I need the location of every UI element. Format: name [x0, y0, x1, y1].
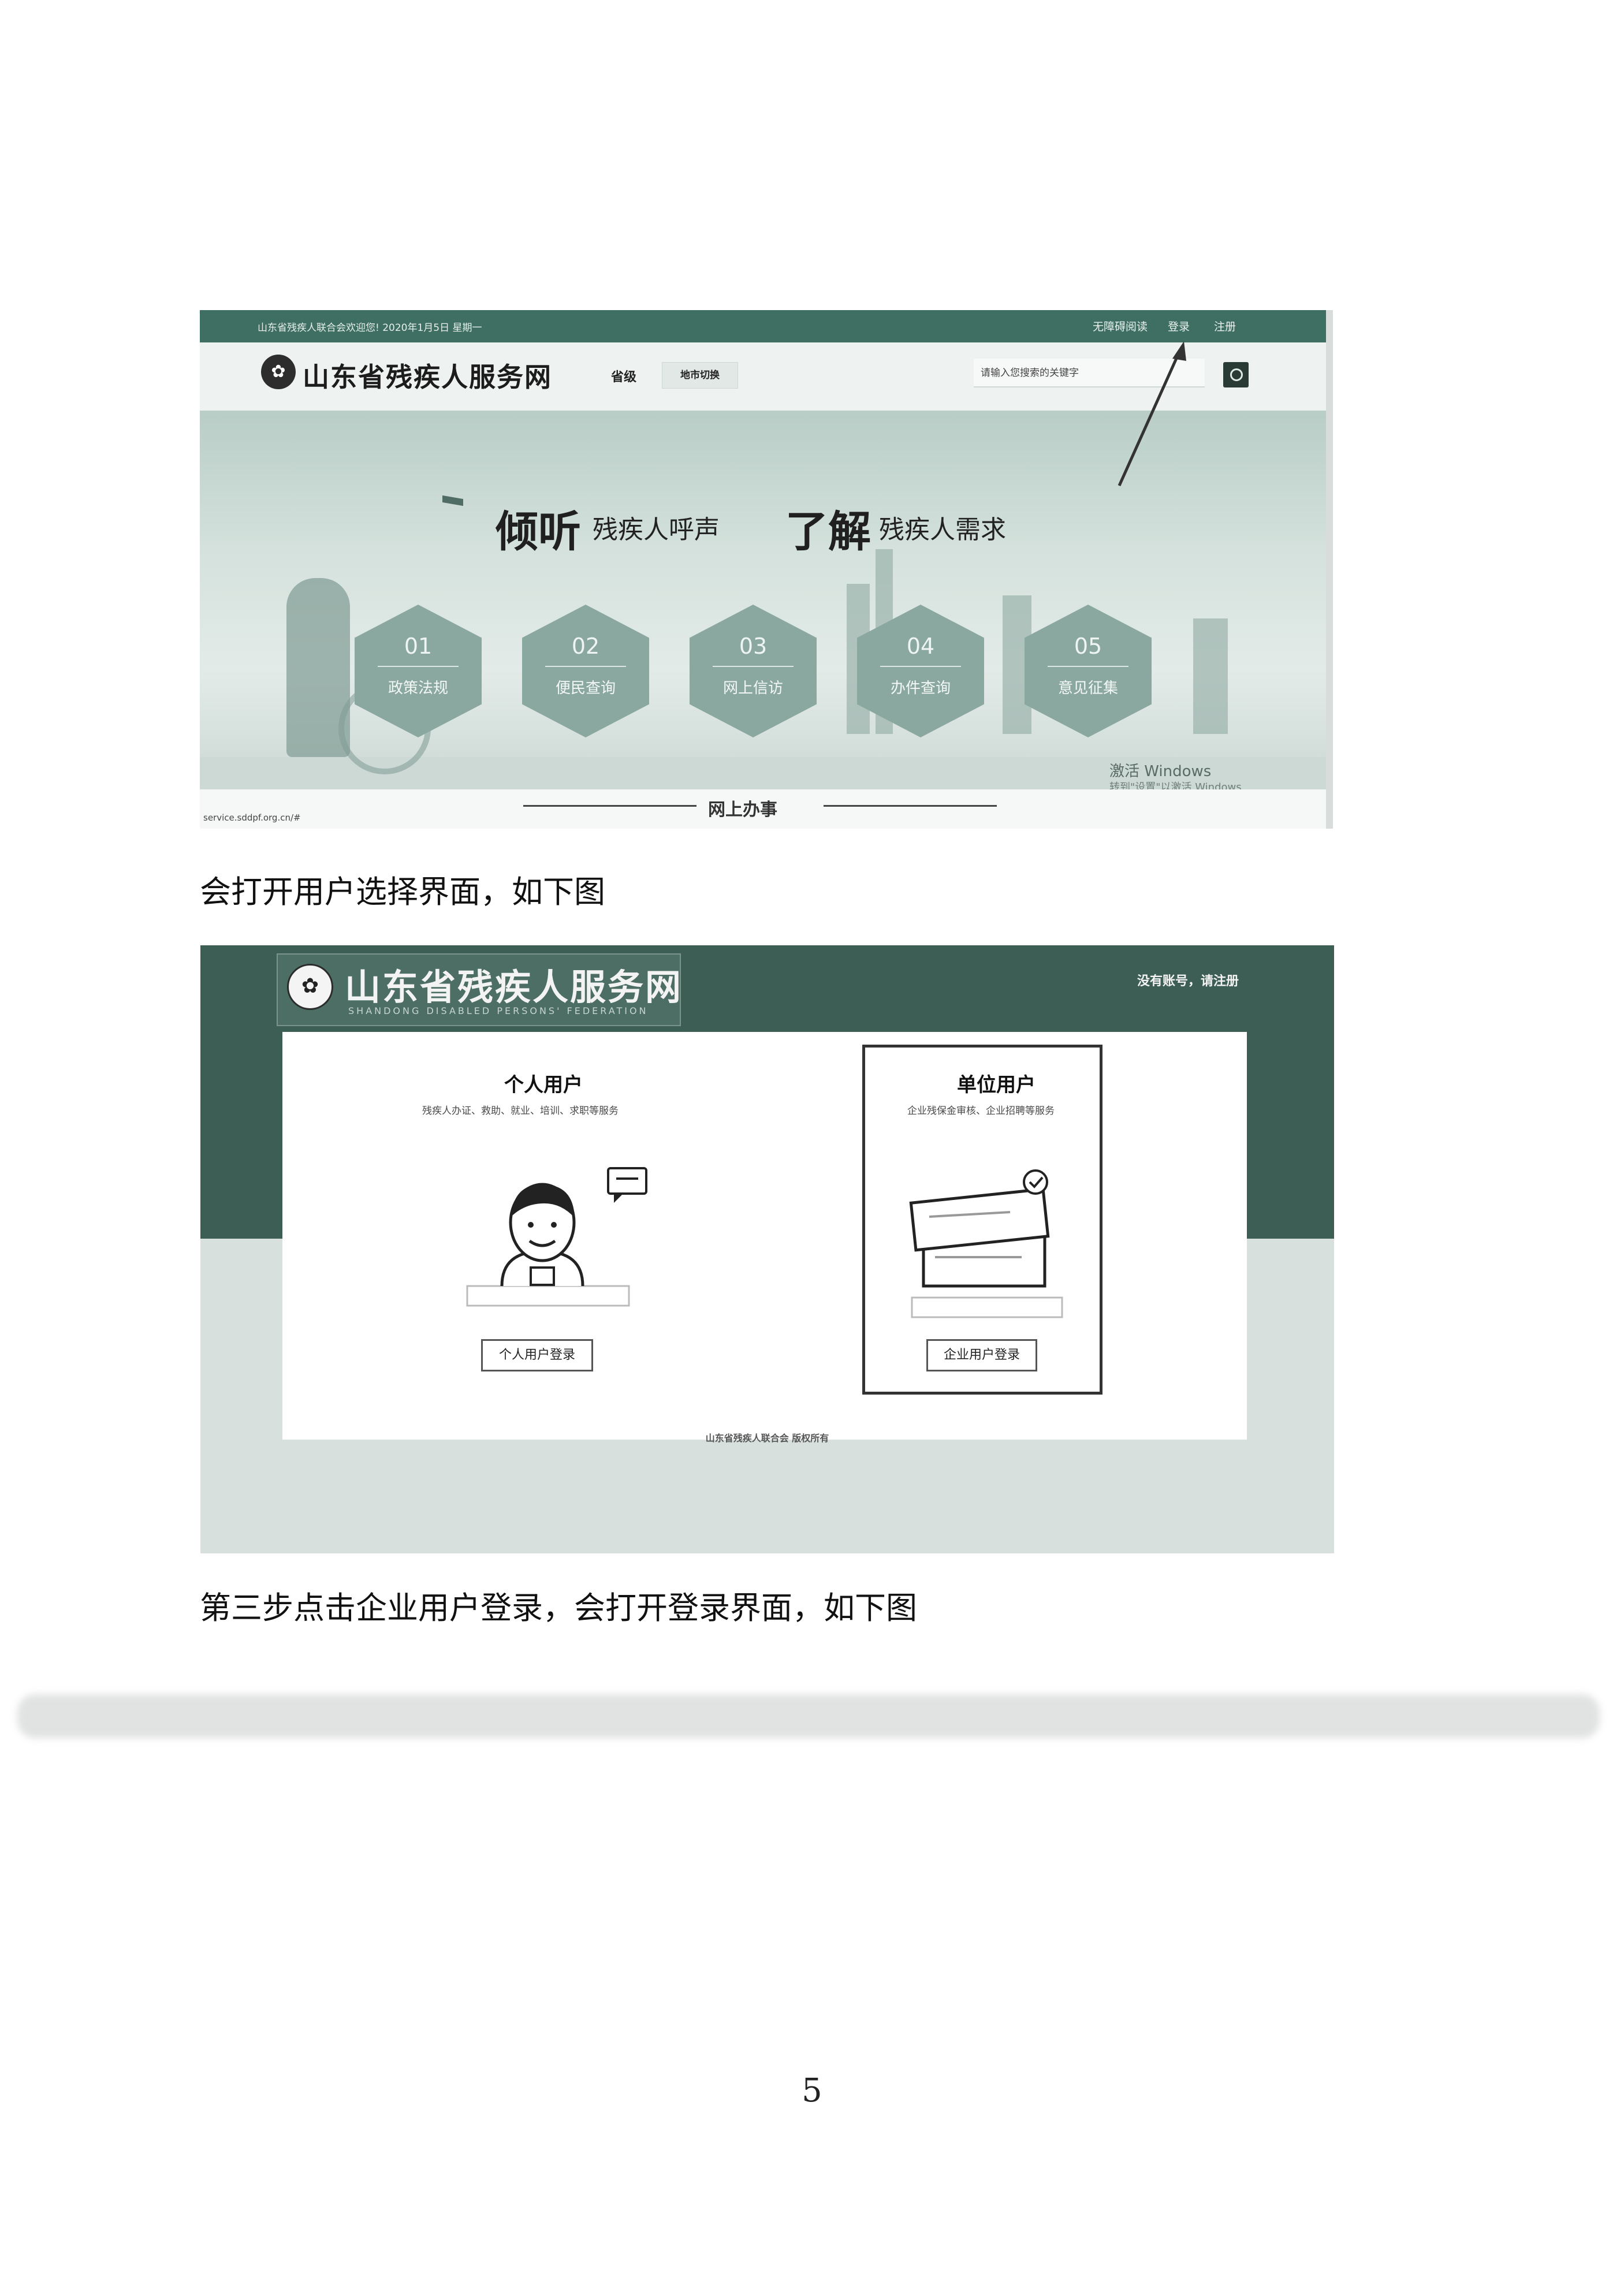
tile-label: 办件查询	[890, 680, 951, 697]
tile-divider	[1048, 666, 1128, 667]
search-placeholder: 请输入您搜索的关键字	[981, 367, 1079, 379]
tile-label: 便民查询	[555, 680, 616, 697]
personal-user-subtitle: 残疾人办证、救助、就业、培训、求职等服务	[422, 1105, 619, 1117]
register-link[interactable]: 没有账号，请注册	[1137, 971, 1239, 989]
arrow-annotation	[1118, 341, 1186, 487]
building-shape	[1193, 618, 1228, 734]
caption-step-3: 第三步点击企业用户登录，会打开登录界面，如下图	[200, 1590, 917, 1626]
chat-bubble-icon	[607, 1167, 647, 1203]
tile-number: 05	[1074, 633, 1102, 659]
caption-step-2: 会打开用户选择界面，如下图	[200, 874, 605, 910]
welcome-date: 山东省残疾人联合会欢迎您! 2020年1月5日 星期一	[258, 322, 482, 334]
unit-user-highlight-box	[862, 1045, 1102, 1395]
tile-number: 01	[404, 633, 433, 659]
flag-icon	[442, 495, 463, 506]
tile-divider	[880, 666, 961, 667]
tile-divider	[713, 666, 794, 667]
online-services-heading: 网上办事	[708, 800, 777, 820]
hero-banner: 倾听 残疾人呼声 了解 残疾人需求 01 政策法规 02 便民查询 03 网上信…	[200, 341, 1326, 774]
province-level[interactable]: 省级	[611, 367, 636, 385]
site-subtitle: SHANDONG DISABLED PERSONS' FEDERATION	[348, 1005, 649, 1016]
slogan-1-small: 残疾人呼声	[593, 515, 720, 545]
status-url: service.sddpf.org.cn/#	[203, 812, 301, 823]
tile-label: 网上信访	[722, 680, 783, 697]
personal-login-button[interactable]: 个人用户登录	[481, 1339, 593, 1371]
tile-label: 政策法规	[388, 680, 448, 697]
city-switch-label: 地市切换	[680, 370, 720, 381]
site-name: 山东省残疾人服务网	[345, 966, 683, 1008]
personal-user-title: 个人用户	[504, 1074, 583, 1097]
tile-divider	[378, 666, 459, 667]
tile-number: 02	[571, 633, 600, 659]
copyright: 山东省残疾人联合会 版权所有	[705, 1433, 829, 1444]
tile-label: 意见征集	[1057, 680, 1118, 697]
section-divider-right	[824, 805, 997, 807]
page-number: 5	[802, 2072, 822, 2109]
tile-opinion[interactable]: 05 意见征集	[1025, 605, 1152, 737]
website-screenshot-1: 山东省残疾人联合会欢迎您! 2020年1月5日 星期一 无障碍阅读 登录 注册 …	[200, 310, 1333, 829]
slogan-1-big: 倾听	[496, 507, 581, 557]
top-bar: 山东省残疾人联合会欢迎您! 2020年1月5日 星期一 无障碍阅读 登录 注册	[200, 310, 1326, 342]
slogan-2-big: 了解	[785, 507, 871, 557]
register-link[interactable]: 注册	[1214, 318, 1236, 334]
tile-convenience-query[interactable]: 02 便民查询	[522, 605, 649, 737]
section-divider-left	[523, 805, 696, 807]
login-link[interactable]: 登录	[1168, 318, 1190, 334]
windows-activation-title: 激活 Windows	[1109, 763, 1212, 780]
slogan-2-small: 残疾人需求	[879, 515, 1006, 545]
emblem-icon: ✿	[287, 964, 333, 1010]
tile-online-petition[interactable]: 03 网上信访	[690, 605, 817, 737]
site-name: 山东省残疾人服务网	[303, 361, 552, 393]
page-footer-strip: service.sddpf.org.cn/# 网上办事	[200, 789, 1326, 829]
emblem-icon: ✿	[261, 355, 296, 389]
city-switch-button[interactable]: 地市切换	[662, 362, 738, 389]
barrier-free-link[interactable]: 无障碍阅读	[1093, 318, 1148, 334]
tile-divider	[545, 666, 626, 667]
personal-login-label: 个人用户登录	[498, 1348, 575, 1362]
website-screenshot-2: ✿ 山东省残疾人服务网 SHANDONG DISABLED PERSONS' F…	[200, 945, 1334, 1553]
tile-number: 03	[739, 633, 768, 659]
search-icon[interactable]	[1223, 362, 1249, 387]
tile-number: 04	[906, 633, 935, 659]
scan-artifact	[17, 1694, 1600, 1738]
